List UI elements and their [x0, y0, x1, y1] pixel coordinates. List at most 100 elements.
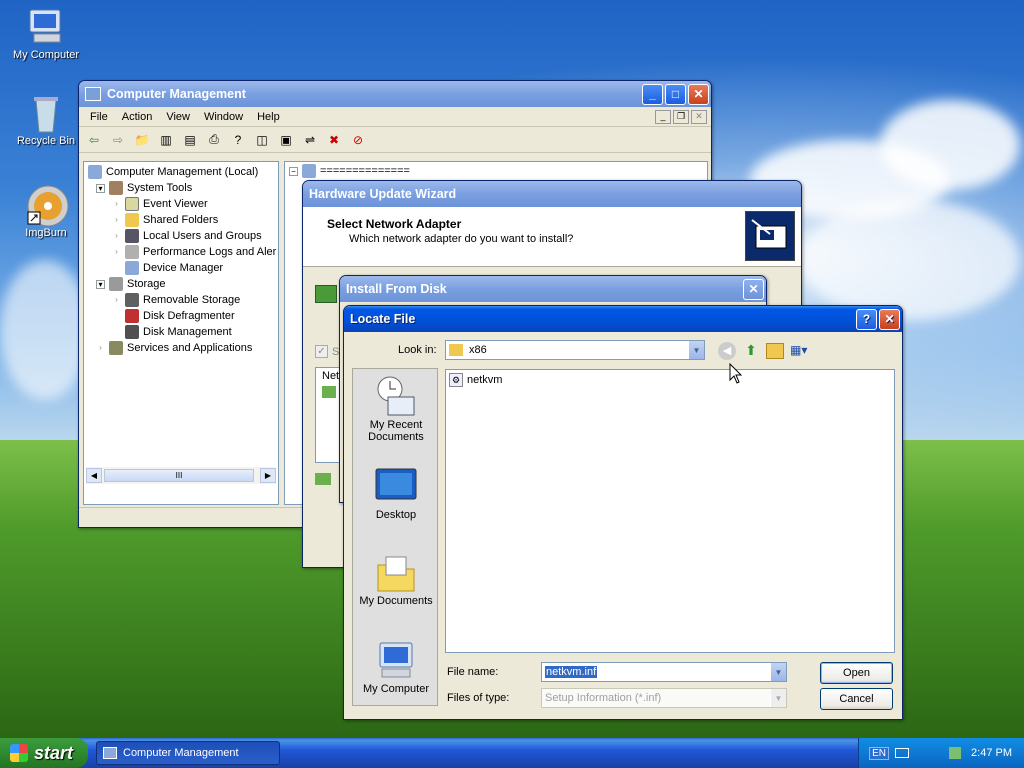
- chevron-down-icon[interactable]: ▼: [770, 663, 786, 681]
- show-console-icon[interactable]: ◫: [251, 130, 273, 150]
- new-folder-icon[interactable]: [766, 343, 784, 359]
- collapse-toggle[interactable]: ▾: [96, 279, 105, 289]
- look-in-dropdown[interactable]: x86 ▼: [445, 340, 705, 360]
- minimize-button[interactable]: _: [642, 83, 663, 105]
- scroll-thumb[interactable]: III: [104, 469, 254, 482]
- locate-file-titlebar[interactable]: Locate File ? ✕: [344, 306, 902, 332]
- menu-action[interactable]: Action: [115, 111, 160, 123]
- child-close-button[interactable]: ✕: [691, 109, 707, 124]
- tree-item-computer-management-local[interactable]: Computer Management (Local): [88, 164, 278, 180]
- close-button[interactable]: ✕: [688, 83, 709, 105]
- my-computer-icon: [26, 6, 66, 46]
- wizard-titlebar[interactable]: Hardware Update Wizard: [303, 181, 801, 207]
- file-name-input[interactable]: netkvm.inf: [545, 666, 598, 678]
- menu-view[interactable]: View: [159, 111, 197, 123]
- tree-item-system-tools[interactable]: ▾ System Tools: [88, 180, 278, 196]
- properties-icon[interactable]: ▤: [179, 130, 201, 150]
- help-button[interactable]: ?: [856, 308, 877, 330]
- computer-management-titlebar[interactable]: Computer Management _ □ ✕: [79, 81, 711, 107]
- services-icon: [109, 341, 123, 355]
- recent-documents-icon: [374, 375, 418, 416]
- hardware-wizard-icon: [745, 211, 795, 261]
- tree-item-disk-management[interactable]: Disk Management: [88, 324, 278, 340]
- toolbar: ⇦ ⇨ 📁 ▥ ▤ ⎙ ? ◫ ▣ ⇌ ✖ ⊘: [79, 127, 711, 153]
- checkbox-box[interactable]: ✓: [315, 345, 328, 358]
- shared-folders-icon: [125, 213, 139, 227]
- up-one-level-icon[interactable]: ⬆: [742, 342, 760, 360]
- desktop-icon-my-computer[interactable]: My Computer: [8, 6, 84, 61]
- file-type-select[interactable]: Setup Information (*.inf) ▼: [541, 688, 787, 708]
- disk-management-icon: [125, 325, 139, 339]
- driver-icon: [322, 386, 336, 398]
- place-my-recent-documents[interactable]: My Recent Documents: [353, 375, 439, 443]
- show-hide-tree-icon[interactable]: ▥: [155, 130, 177, 150]
- tree-item-local-users-groups[interactable]: › Local Users and Groups: [88, 228, 278, 244]
- desktop-icon-recycle-bin[interactable]: Recycle Bin: [8, 92, 84, 147]
- tree-item-storage[interactable]: ▾ Storage: [88, 276, 278, 292]
- scroll-right-button[interactable]: ▶: [260, 468, 276, 483]
- language-indicator[interactable]: EN: [869, 746, 890, 760]
- windows-logo-icon: [10, 744, 28, 762]
- desktop-icon-label: Recycle Bin: [16, 135, 76, 147]
- removable-storage-icon: [125, 293, 139, 307]
- start-button[interactable]: start: [0, 738, 88, 768]
- tree-item-services-applications[interactable]: › Services and Applications: [88, 340, 278, 356]
- chevron-down-icon[interactable]: ▼: [770, 689, 786, 707]
- menu-window[interactable]: Window: [197, 111, 250, 123]
- install-from-disk-titlebar[interactable]: Install From Disk ✕: [340, 276, 766, 302]
- place-desktop[interactable]: Desktop: [353, 465, 439, 521]
- desktop-icon-label: My Computer: [12, 49, 80, 61]
- tree-item-shared-folders[interactable]: › Shared Folders: [88, 212, 278, 228]
- back-icon[interactable]: ⇦: [83, 130, 105, 150]
- collapse-toggle[interactable]: −: [289, 166, 298, 176]
- update-driver-icon[interactable]: ⇌: [299, 130, 321, 150]
- uninstall-icon[interactable]: ✖: [323, 130, 345, 150]
- back-icon[interactable]: ◀: [718, 342, 736, 360]
- forward-icon[interactable]: ⇨: [107, 130, 129, 150]
- tree-item-performance-logs[interactable]: › Performance Logs and Aler: [88, 244, 278, 260]
- file-list[interactable]: ⚙ netkvm: [445, 369, 895, 653]
- desktop-icon-label: ImgBurn: [25, 227, 67, 239]
- clock[interactable]: 2:47 PM: [971, 747, 1012, 759]
- menu-file[interactable]: File: [83, 111, 115, 123]
- tree-item-removable-storage[interactable]: › Removable Storage: [88, 292, 278, 308]
- scan-hardware-icon[interactable]: ▣: [275, 130, 297, 150]
- device-tree-root[interactable]: − ==============: [285, 162, 707, 178]
- desktop-icon-imgburn[interactable]: ImgBurn: [8, 184, 84, 239]
- child-minimize-button[interactable]: _: [655, 109, 671, 124]
- taskbar-item-computer-management[interactable]: Computer Management: [96, 741, 280, 765]
- computer-icon: [302, 164, 316, 178]
- chevron-down-icon[interactable]: ▼: [688, 341, 704, 359]
- view-menu-icon[interactable]: ▦▾: [790, 343, 814, 359]
- file-name-combo[interactable]: netkvm.inf ▼: [541, 662, 787, 682]
- show-compatible-checkbox[interactable]: ✓ S: [315, 345, 339, 358]
- tree-item-disk-defragmenter[interactable]: Disk Defragmenter: [88, 308, 278, 324]
- tree-item-device-manager[interactable]: Device Manager: [88, 260, 278, 276]
- print-icon[interactable]: ⎙: [203, 130, 225, 150]
- open-button[interactable]: Open: [820, 662, 893, 684]
- cancel-button[interactable]: Cancel: [820, 688, 893, 710]
- event-viewer-icon: [125, 197, 139, 211]
- network-icon[interactable]: [949, 747, 962, 759]
- taskbar: start Computer Management EN 2:47 PM: [0, 738, 1024, 768]
- disable-icon[interactable]: ⊘: [347, 130, 369, 150]
- keyboard-icon[interactable]: [895, 748, 910, 758]
- window-title: Locate File: [350, 312, 416, 326]
- help-icon[interactable]: ?: [227, 130, 249, 150]
- collapse-toggle[interactable]: ▾: [96, 183, 105, 193]
- my-computer-icon: [374, 639, 418, 679]
- look-in-label: Look in:: [398, 344, 437, 356]
- horizontal-scrollbar[interactable]: ◀ III ▶: [86, 467, 276, 484]
- up-folder-icon[interactable]: 📁: [131, 130, 153, 150]
- place-my-documents[interactable]: My Documents: [353, 551, 439, 607]
- close-button[interactable]: ✕: [879, 308, 900, 330]
- mouse-cursor-icon: [729, 362, 743, 388]
- scroll-left-button[interactable]: ◀: [86, 468, 102, 483]
- close-button[interactable]: ✕: [743, 278, 764, 300]
- maximize-button[interactable]: □: [665, 83, 686, 105]
- file-item-netkvm[interactable]: ⚙ netkvm: [446, 370, 894, 387]
- menu-help[interactable]: Help: [250, 111, 287, 123]
- tree-item-event-viewer[interactable]: › Event Viewer: [88, 196, 278, 212]
- place-my-computer[interactable]: My Computer: [353, 639, 439, 695]
- child-restore-button[interactable]: ❐: [673, 109, 689, 124]
